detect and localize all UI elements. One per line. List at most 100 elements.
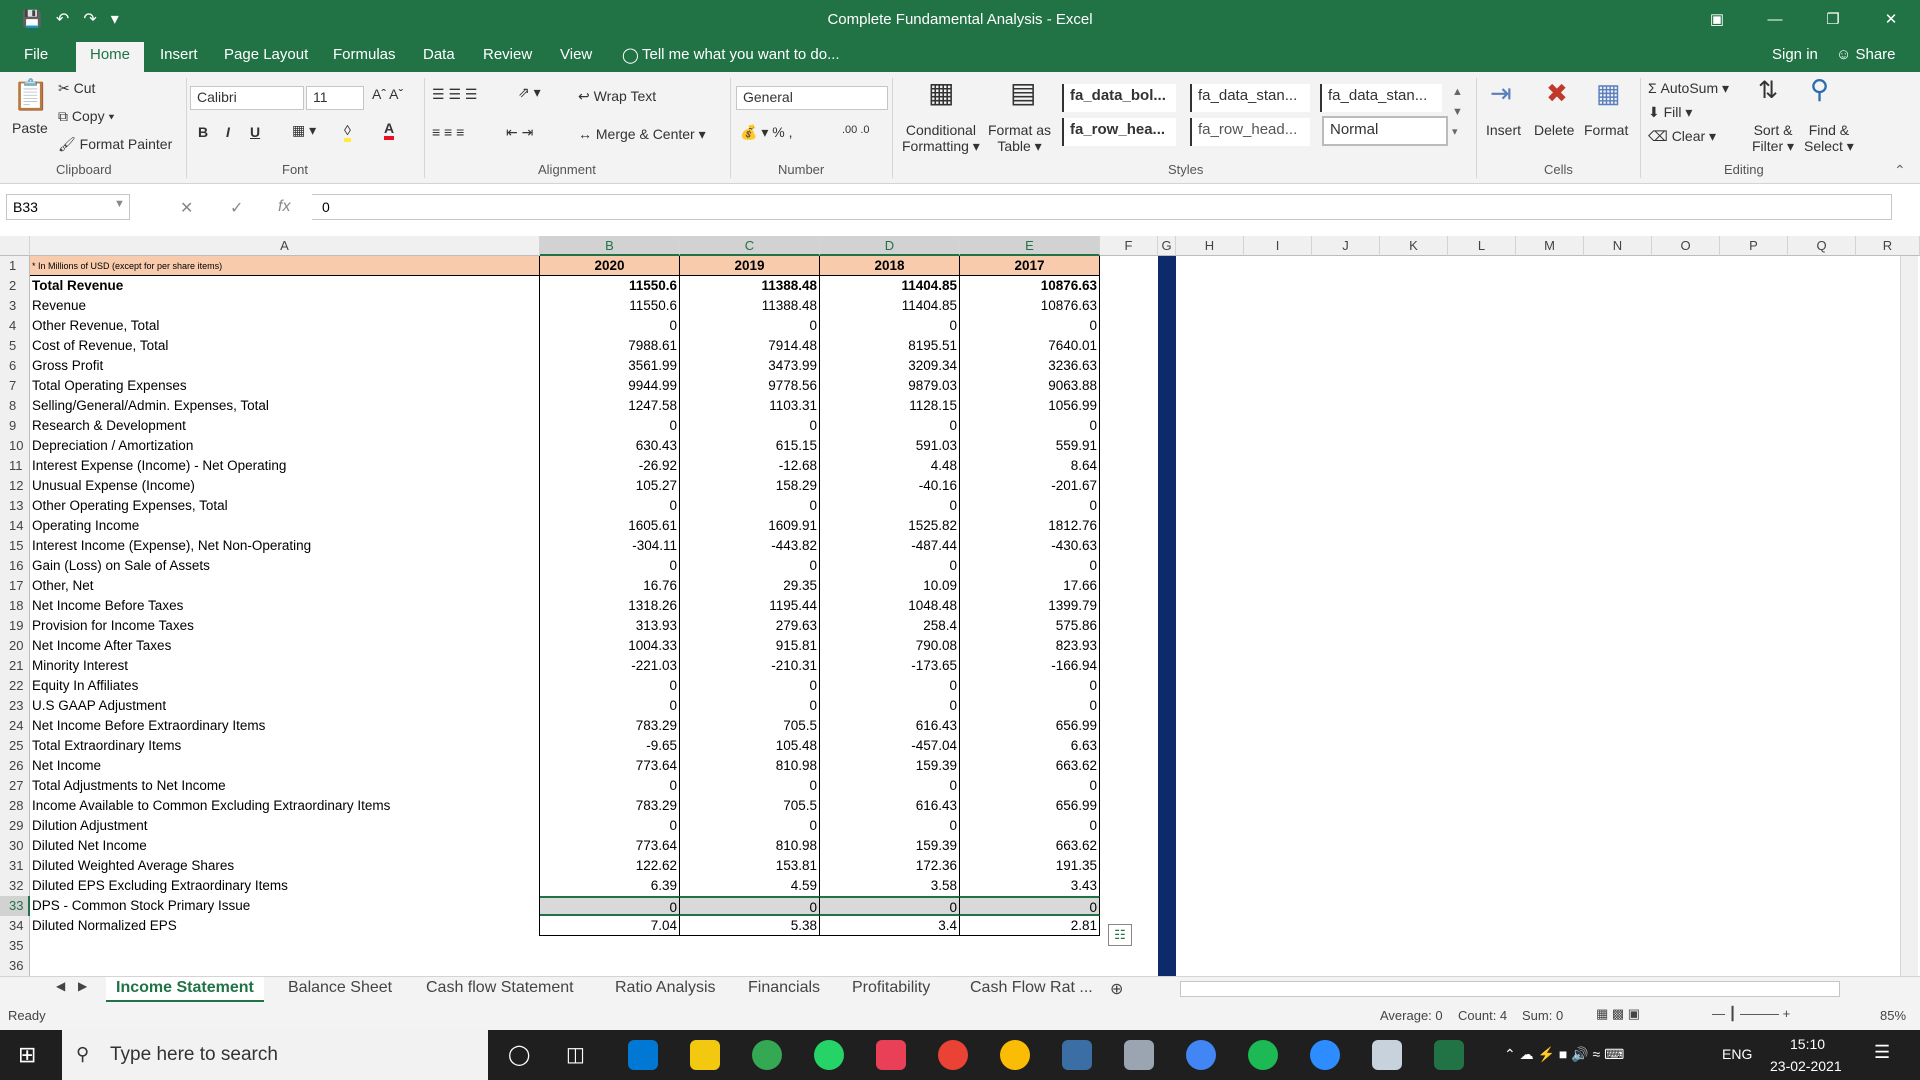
tab-scroll-left-icon[interactable]: ◀: [56, 979, 65, 993]
value-cell[interactable]: 3236.63: [960, 356, 1100, 376]
column-header-r[interactable]: R: [1856, 236, 1920, 256]
value-cell[interactable]: -304.11: [540, 536, 680, 556]
column-header-e[interactable]: E: [960, 236, 1100, 256]
line-item-label[interactable]: Revenue: [30, 296, 540, 316]
line-item-label[interactable]: Interest Expense (Income) - Net Operatin…: [30, 456, 540, 476]
clear-button[interactable]: ⌫ Clear ▾: [1648, 128, 1716, 145]
clock-date[interactable]: 23-02-2021: [1770, 1058, 1842, 1074]
language-indicator[interactable]: ENG: [1722, 1046, 1752, 1062]
paste-icon[interactable]: 📋: [12, 78, 49, 113]
value-cell[interactable]: 1247.58: [540, 396, 680, 416]
name-box[interactable]: B33: [6, 194, 130, 220]
line-item-label[interactable]: Other Operating Expenses, Total: [30, 496, 540, 516]
style-normal[interactable]: Normal: [1322, 116, 1448, 146]
value-cell[interactable]: 8195.51: [820, 336, 960, 356]
value-cell[interactable]: 6.39: [540, 876, 680, 896]
column-header-f[interactable]: F: [1100, 236, 1158, 256]
row-header[interactable]: 16: [0, 556, 30, 576]
merge-center-button[interactable]: ↔ Merge & Center ▾: [578, 126, 706, 143]
value-cell[interactable]: 122.62: [540, 856, 680, 876]
row-header[interactable]: 29: [0, 816, 30, 836]
value-cell[interactable]: 5.38: [680, 916, 820, 936]
value-cell[interactable]: -430.63: [960, 536, 1100, 556]
accounting-format-icon[interactable]: 💰 ▾ % ,: [740, 124, 792, 141]
value-cell[interactable]: 0: [680, 676, 820, 696]
sheet-tab-balance-sheet[interactable]: Balance Sheet: [288, 979, 392, 997]
value-cell[interactable]: -443.82: [680, 536, 820, 556]
conditional-formatting-icon[interactable]: ▦: [928, 76, 954, 109]
borders-icon[interactable]: ▦ ▾: [292, 122, 316, 139]
select-all-corner[interactable]: [0, 236, 30, 256]
value-cell[interactable]: 630.43: [540, 436, 680, 456]
value-cell[interactable]: 575.86: [960, 616, 1100, 636]
line-item-label[interactable]: Net Income After Taxes: [30, 636, 540, 656]
namebox-dropdown-icon[interactable]: ▼: [114, 198, 125, 210]
line-item-label[interactable]: Provision for Income Taxes: [30, 616, 540, 636]
format-as-table-icon[interactable]: ▤: [1010, 76, 1036, 109]
line-item-label[interactable]: U.S GAAP Adjustment: [30, 696, 540, 716]
value-cell[interactable]: 790.08: [820, 636, 960, 656]
value-cell[interactable]: 0: [680, 816, 820, 836]
style-fa-data-standard-1[interactable]: fa_data_stan...: [1190, 84, 1310, 112]
column-header-o[interactable]: O: [1652, 236, 1720, 256]
row-header[interactable]: 3: [0, 296, 30, 316]
line-item-label[interactable]: DPS - Common Stock Primary Issue: [30, 896, 540, 916]
value-cell[interactable]: 10876.63: [960, 276, 1100, 296]
value-cell[interactable]: 0: [540, 496, 680, 516]
share-button[interactable]: ☺ Share: [1836, 46, 1896, 63]
year-header[interactable]: 2019: [680, 256, 820, 276]
value-cell[interactable]: 705.5: [680, 716, 820, 736]
row-header[interactable]: 2: [0, 276, 30, 296]
vertical-scrollbar[interactable]: [1900, 256, 1918, 976]
sort-filter-button[interactable]: Sort & Filter ▾: [1752, 122, 1794, 155]
value-cell[interactable]: 172.36: [820, 856, 960, 876]
units-note[interactable]: * In Millions of USD (except for per sha…: [30, 256, 540, 276]
value-cell[interactable]: 810.98: [680, 756, 820, 776]
value-cell[interactable]: 3209.34: [820, 356, 960, 376]
value-cell[interactable]: 4.48: [820, 456, 960, 476]
normal-view-icon[interactable]: ▦ ▩ ▣: [1596, 1006, 1640, 1022]
value-cell[interactable]: 9063.88: [960, 376, 1100, 396]
sign-in-link[interactable]: Sign in: [1772, 46, 1818, 63]
value-cell[interactable]: 783.29: [540, 796, 680, 816]
value-cell[interactable]: 1195.44: [680, 596, 820, 616]
file-explorer-icon[interactable]: [690, 1040, 720, 1070]
value-cell[interactable]: 1605.61: [540, 516, 680, 536]
fill-color-icon[interactable]: ◊: [344, 122, 351, 142]
column-header-i[interactable]: I: [1244, 236, 1312, 256]
copy-button[interactable]: ⧉ Copy ▾: [58, 108, 114, 125]
value-cell[interactable]: -457.04: [820, 736, 960, 756]
insert-function-icon[interactable]: fx: [278, 198, 290, 216]
line-item-label[interactable]: Unusual Expense (Income): [30, 476, 540, 496]
column-header-n[interactable]: N: [1584, 236, 1652, 256]
line-item-label[interactable]: Diluted Net Income: [30, 836, 540, 856]
row-header[interactable]: 15: [0, 536, 30, 556]
font-size-select[interactable]: 11: [306, 86, 364, 110]
row-header[interactable]: 28: [0, 796, 30, 816]
value-cell[interactable]: -12.68: [680, 456, 820, 476]
value-cell[interactable]: 0: [820, 676, 960, 696]
autosum-button[interactable]: Σ AutoSum ▾: [1648, 80, 1729, 97]
sheet-tab-income-statement[interactable]: Income Statement: [106, 977, 264, 1003]
value-cell[interactable]: 773.64: [540, 756, 680, 776]
value-cell[interactable]: 915.81: [680, 636, 820, 656]
tab-formulas[interactable]: Formulas: [333, 46, 396, 63]
remote-desktop-icon[interactable]: [1372, 1040, 1402, 1070]
format-cells-icon[interactable]: ▦: [1596, 78, 1621, 109]
windows-start-icon[interactable]: ⊞: [18, 1042, 36, 1068]
row-header[interactable]: 6: [0, 356, 30, 376]
column-header-a[interactable]: A: [30, 236, 540, 256]
minimize-button[interactable]: —: [1746, 0, 1804, 40]
value-cell[interactable]: 0: [680, 316, 820, 336]
value-cell[interactable]: 8.64: [960, 456, 1100, 476]
tab-scroll-right-icon[interactable]: ▶: [78, 979, 87, 993]
row-header[interactable]: 21: [0, 656, 30, 676]
delete-cells-button[interactable]: Delete: [1534, 122, 1574, 138]
enter-icon[interactable]: ✓: [230, 198, 243, 218]
row-header[interactable]: 27: [0, 776, 30, 796]
bold-button[interactable]: B: [198, 124, 208, 140]
wrap-text-button[interactable]: ↩ Wrap Text: [578, 88, 656, 105]
line-item-label[interactable]: Total Extraordinary Items: [30, 736, 540, 756]
row-header[interactable]: 31: [0, 856, 30, 876]
cortana-icon[interactable]: ◯: [508, 1042, 530, 1067]
